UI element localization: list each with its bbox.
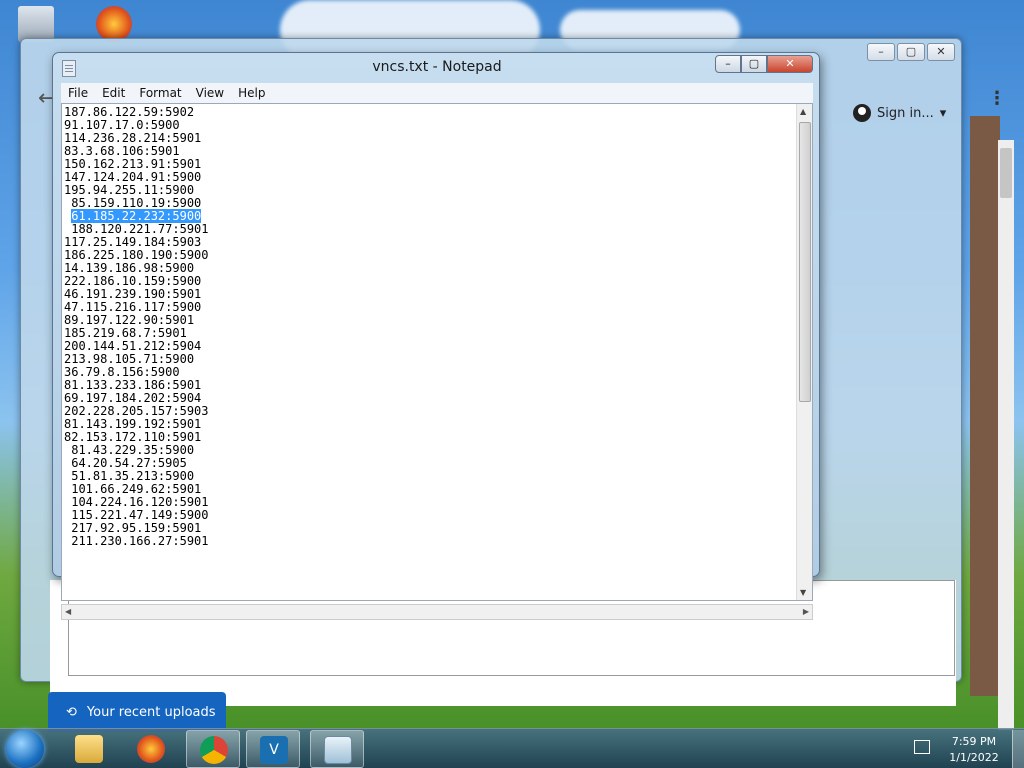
maximize-icon[interactable]: ▢ (897, 43, 925, 61)
notepad-caption-buttons: – ▢ ✕ (715, 55, 813, 73)
taskbar-file-explorer[interactable] (62, 730, 116, 768)
taskbar-notepad[interactable] (310, 730, 364, 768)
horizontal-scrollbar[interactable]: ◀ ▶ (61, 604, 813, 620)
close-icon[interactable]: ✕ (927, 43, 955, 61)
vnc-viewer-icon: V (260, 736, 288, 764)
recycle-bin-icon[interactable] (18, 6, 54, 42)
menu-view[interactable]: View (189, 86, 231, 100)
menu-bar: File Edit Format View Help (61, 83, 813, 103)
taskbar-vnc-viewer[interactable]: V (246, 730, 300, 768)
sign-in-button[interactable]: Sign in... ▾ (853, 104, 946, 122)
notepad-window: vncs.txt - Notepad – ▢ ✕ File Edit Forma… (52, 52, 820, 620)
taskbar-chrome[interactable] (186, 730, 240, 768)
chrome-icon (200, 736, 228, 764)
menu-help[interactable]: Help (231, 86, 272, 100)
start-button[interactable] (6, 730, 44, 768)
clock-date: 1/1/2022 (949, 751, 999, 764)
file-explorer-icon (75, 735, 103, 763)
network-icon[interactable] (914, 740, 930, 754)
sign-in-label: Sign in... (877, 105, 934, 121)
notepad-icon (324, 736, 352, 764)
taskbar-firefox[interactable] (124, 730, 178, 768)
menu-kebab-icon[interactable]: ⋮ (988, 88, 1006, 109)
selected-text[interactable]: 61.185.22.232:5900 (71, 209, 202, 223)
account-icon (853, 104, 871, 122)
vertical-scrollbar[interactable]: ▲ ▼ (796, 104, 812, 600)
clock-time: 7:59 PM (951, 735, 997, 748)
scroll-thumb[interactable] (799, 122, 811, 402)
scroll-left-icon[interactable]: ◀ (65, 607, 71, 616)
text-editor[interactable]: 187.86.122.59:5902 91.107.17.0:5900 114.23… (61, 103, 813, 601)
minimize-icon[interactable]: – (715, 55, 741, 73)
system-clock[interactable]: 7:59 PM 1/1/2022 (944, 734, 1004, 766)
menu-edit[interactable]: Edit (95, 86, 132, 100)
scroll-thumb[interactable] (1000, 148, 1012, 198)
maximize-icon[interactable]: ▢ (741, 55, 767, 73)
browser-caption-buttons: – ▢ ✕ (867, 43, 955, 61)
text-content[interactable]: 187.86.122.59:5902 91.107.17.0:5900 114.23… (64, 106, 794, 548)
menu-file[interactable]: File (61, 86, 95, 100)
page-image-strip (970, 116, 1000, 696)
text-line[interactable]: 211.230.166.27:5901 (64, 535, 794, 548)
scroll-down-icon[interactable]: ▼ (800, 588, 806, 597)
scroll-right-icon[interactable]: ▶ (803, 607, 809, 616)
window-title: vncs.txt - Notepad (372, 59, 502, 75)
recent-uploads-label: Your recent uploads (86, 704, 216, 720)
recent-uploads-button[interactable]: ⟲ Your recent uploads (48, 692, 226, 732)
firefox-icon (137, 735, 165, 763)
chevron-down-icon: ▾ (939, 105, 947, 121)
history-icon: ⟲ (66, 704, 77, 720)
show-desktop-button[interactable] (1012, 730, 1024, 768)
firefox-desktop-icon[interactable] (96, 6, 132, 42)
scroll-up-icon[interactable]: ▲ (800, 107, 806, 116)
browser-scrollbar[interactable] (998, 140, 1014, 730)
close-icon[interactable]: ✕ (767, 55, 813, 73)
minimize-icon[interactable]: – (867, 43, 895, 61)
menu-format[interactable]: Format (132, 86, 188, 100)
